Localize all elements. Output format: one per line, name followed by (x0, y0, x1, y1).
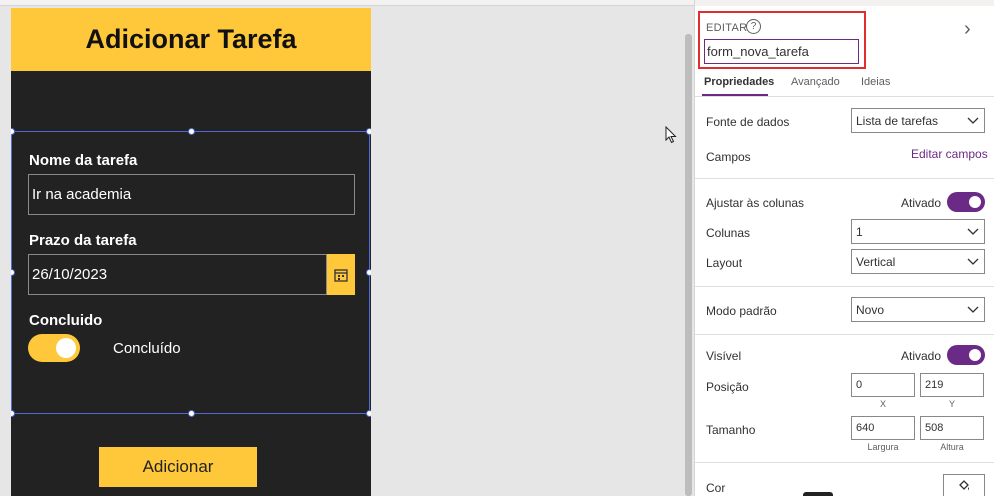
size-label: Tamanho (706, 423, 756, 437)
default-mode-value: Novo (856, 302, 885, 317)
add-task-button[interactable]: Adicionar (99, 447, 257, 487)
edit-fields-link[interactable]: Editar campos (911, 147, 988, 161)
columns-label: Colunas (706, 226, 751, 240)
resize-handle-top-right[interactable] (366, 128, 371, 135)
fields-label: Campos (706, 150, 751, 164)
completed-label: Concluido (29, 312, 103, 329)
completed-toggle-text: Concluído (113, 340, 181, 357)
position-y-caption: Y (948, 399, 955, 409)
task-name-input[interactable]: Ir na academia (28, 174, 355, 215)
help-icon[interactable]: ? (746, 19, 761, 34)
canvas-scrollbar-thumb[interactable] (685, 34, 692, 496)
toggle-knob (969, 196, 981, 208)
size-height-input[interactable]: 508 (920, 416, 984, 440)
layout-label: Layout (706, 256, 743, 270)
chevron-down-icon (967, 228, 979, 235)
visible-label: Visível (706, 349, 742, 363)
resize-handle-middle-right[interactable] (366, 269, 371, 276)
data-source-value: Lista de tarefas (856, 113, 939, 128)
canvas-top-bar (0, 0, 694, 6)
calendar-button[interactable] (327, 254, 355, 295)
snap-to-columns-toggle[interactable] (947, 192, 985, 212)
data-source-label: Fonte de dados (706, 115, 790, 129)
position-x-input[interactable]: 0 (851, 373, 915, 397)
tab-properties[interactable]: Propriedades (704, 76, 774, 88)
mouse-cursor-icon (665, 126, 677, 144)
columns-value: 1 (856, 224, 863, 239)
layout-select[interactable]: Vertical (851, 249, 985, 274)
section-divider (695, 178, 994, 179)
snap-to-columns-label: Ajustar às colunas (706, 196, 805, 210)
resize-handle-middle-left[interactable] (11, 269, 15, 276)
app-title: Adicionar Tarefa (85, 24, 297, 54)
snap-to-columns-state: Ativado (901, 196, 942, 210)
resize-handle-bottom-right[interactable] (366, 410, 371, 417)
default-mode-select[interactable]: Novo (851, 297, 985, 322)
visible-state: Ativado (901, 349, 942, 363)
position-y-input[interactable]: 219 (920, 373, 984, 397)
size-width-caption: Largura (867, 442, 899, 452)
properties-panel: EDITAR ? form_nova_tarefa › Propriedades… (694, 0, 994, 496)
chevron-down-icon (967, 258, 979, 265)
resize-handle-top-left[interactable] (11, 128, 15, 135)
app-header[interactable]: Adicionar Tarefa (11, 8, 371, 71)
section-divider (695, 462, 994, 463)
panel-top-bar (695, 0, 994, 6)
tab-advanced[interactable]: Avançado (791, 76, 840, 88)
columns-select[interactable]: 1 (851, 219, 985, 244)
visible-toggle[interactable] (947, 345, 985, 365)
fill-color-button[interactable] (943, 474, 985, 496)
position-x-caption: X (879, 399, 886, 409)
deadline-label: Prazo da tarefa (29, 232, 137, 249)
app-screen[interactable]: Adicionar Tarefa Nome da tarefa Ir na ac… (11, 8, 371, 496)
paint-bucket-icon (959, 480, 969, 490)
deadline-date-input[interactable]: 26/10/2023 (28, 254, 327, 295)
size-width-input[interactable]: 640 (851, 416, 915, 440)
layout-value: Vertical (856, 254, 896, 269)
canvas-area[interactable]: Adicionar Tarefa Nome da tarefa Ir na ac… (0, 0, 694, 496)
color-swatch[interactable] (803, 492, 833, 496)
tab-divider (695, 96, 994, 97)
data-source-select[interactable]: Lista de tarefas (851, 108, 985, 133)
chevron-right-icon[interactable]: › (964, 18, 971, 41)
toggle-knob (969, 349, 981, 361)
size-height-caption: Altura (940, 442, 964, 452)
control-name-input[interactable]: form_nova_tarefa (704, 39, 859, 64)
completed-toggle[interactable] (28, 334, 80, 362)
color-label: Cor (706, 481, 726, 495)
calendar-icon (334, 268, 348, 282)
resize-handle-top-center[interactable] (188, 128, 195, 135)
position-label: Posição (706, 380, 749, 394)
tab-ideas[interactable]: Ideias (861, 76, 890, 88)
section-divider (695, 286, 994, 287)
edit-label: EDITAR (706, 22, 748, 34)
form-selection-frame[interactable]: Nome da tarefa Ir na academia Prazo da t… (11, 128, 371, 417)
section-divider (695, 334, 994, 335)
chevron-down-icon (967, 306, 979, 313)
completed-toggle-knob (56, 338, 76, 358)
default-mode-label: Modo padrão (706, 304, 777, 318)
task-name-label: Nome da tarefa (29, 152, 138, 169)
resize-handle-bottom-center[interactable] (188, 410, 195, 417)
chevron-down-icon (967, 117, 979, 124)
resize-handle-bottom-left[interactable] (11, 410, 15, 417)
